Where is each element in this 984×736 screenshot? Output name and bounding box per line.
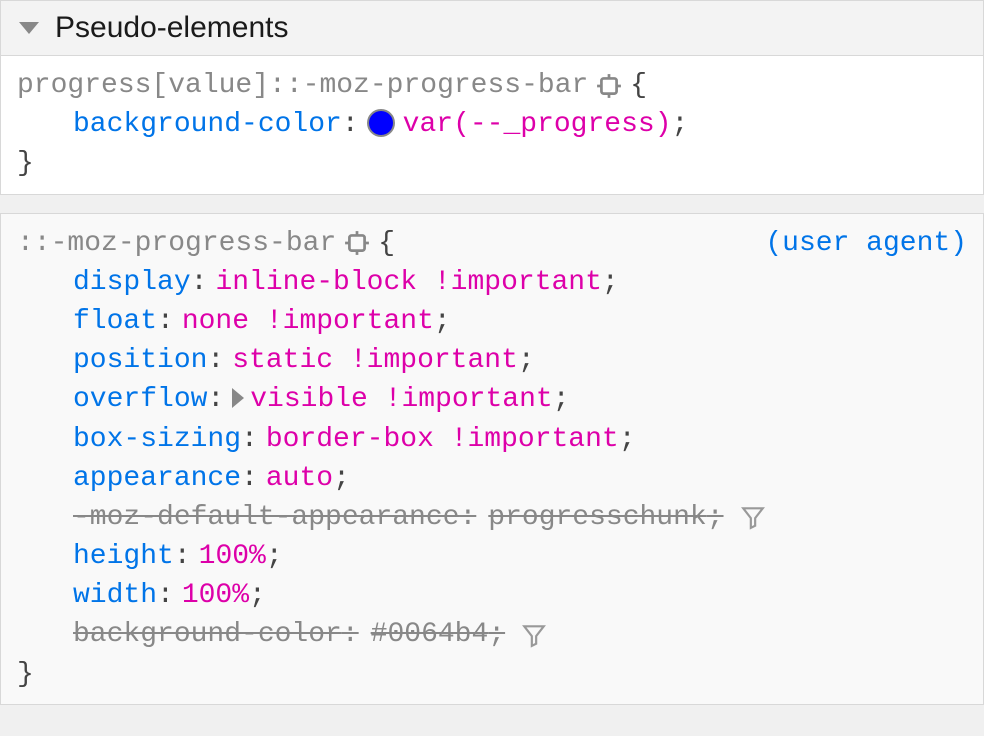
colon: : — [241, 420, 258, 459]
css-property[interactable]: height — [73, 537, 174, 576]
semicolon: ; — [488, 619, 505, 650]
semicolon: ; — [602, 263, 619, 302]
css-property[interactable]: position — [73, 341, 207, 380]
css-declaration[interactable]: overflow: visible !important; — [73, 380, 967, 419]
colon: : — [207, 380, 224, 419]
disclosure-triangle-icon[interactable] — [19, 22, 39, 34]
css-selector[interactable]: ::-moz-progress-bar — [17, 224, 336, 263]
css-value[interactable]: var(--_progress) — [403, 105, 672, 144]
css-property[interactable]: -moz-default-appearance — [73, 502, 459, 533]
colon: : — [241, 459, 258, 498]
css-declaration[interactable]: display: inline-block !important; — [73, 263, 967, 302]
semicolon: ; — [333, 459, 350, 498]
css-value[interactable]: 100% — [199, 537, 266, 576]
overridden-declaration: -moz-default-appearance: progresschunk; — [73, 498, 724, 537]
semicolon: ; — [518, 341, 535, 380]
section-title: Pseudo-elements — [55, 7, 288, 49]
css-value[interactable]: 100% — [182, 576, 249, 615]
css-property[interactable]: overflow — [73, 380, 207, 419]
overridden-declaration: background-color: #0064b4; — [73, 615, 505, 654]
selector-line: ::-moz-progress-bar { (user agent) — [17, 224, 967, 263]
selector-line: progress[value]::-moz-progress-bar { — [17, 66, 967, 105]
css-property[interactable]: background-color — [73, 619, 342, 650]
css-declaration[interactable]: background-color: var(--_progress); — [73, 105, 967, 144]
open-brace: { — [630, 66, 647, 105]
colon: : — [342, 619, 359, 650]
semicolon: ; — [672, 105, 689, 144]
colon: : — [342, 105, 359, 144]
css-property[interactable]: box-sizing — [73, 420, 241, 459]
highlight-element-icon[interactable] — [596, 73, 622, 99]
css-property[interactable]: float — [73, 302, 157, 341]
colon: : — [207, 341, 224, 380]
css-declaration[interactable]: height: 100%; — [73, 537, 967, 576]
css-value[interactable]: none !important — [182, 302, 434, 341]
colon: : — [191, 263, 208, 302]
css-value[interactable]: border-box !important — [266, 420, 619, 459]
css-rule-block: progress[value]::-moz-progress-bar { bac… — [0, 56, 984, 195]
css-property[interactable]: width — [73, 576, 157, 615]
shorthand-expand-icon[interactable] — [232, 388, 244, 408]
semicolon: ; — [707, 502, 724, 533]
css-declaration-overridden[interactable]: -moz-default-appearance: progresschunk; — [73, 498, 967, 537]
colon: : — [157, 302, 174, 341]
semicolon: ; — [553, 380, 570, 419]
filter-icon[interactable] — [521, 622, 547, 648]
css-declaration[interactable]: appearance: auto; — [73, 459, 967, 498]
semicolon: ; — [249, 576, 266, 615]
colon: : — [157, 576, 174, 615]
color-swatch-icon[interactable] — [367, 109, 395, 137]
css-declaration-overridden[interactable]: background-color: #0064b4; — [73, 615, 967, 654]
css-property[interactable]: background-color — [73, 105, 342, 144]
semicolon: ; — [266, 537, 283, 576]
colon: : — [459, 502, 476, 533]
semicolon: ; — [434, 302, 451, 341]
css-rule-block-user-agent: ::-moz-progress-bar { (user agent) displ… — [0, 213, 984, 705]
close-brace: } — [17, 144, 967, 183]
css-property[interactable]: appearance — [73, 459, 241, 498]
colon: : — [174, 537, 191, 576]
filter-icon[interactable] — [740, 504, 766, 530]
semicolon: ; — [619, 420, 636, 459]
open-brace: { — [378, 224, 395, 263]
css-declaration[interactable]: width: 100%; — [73, 576, 967, 615]
css-property[interactable]: display — [73, 263, 191, 302]
css-value[interactable]: inline-block !important — [215, 263, 601, 302]
css-selector[interactable]: progress[value]::-moz-progress-bar — [17, 66, 588, 105]
highlight-element-icon[interactable] — [344, 230, 370, 256]
css-declaration[interactable]: float: none !important; — [73, 302, 967, 341]
css-declaration[interactable]: box-sizing: border-box !important; — [73, 420, 967, 459]
stylesheet-source-link[interactable]: (user agent) — [765, 224, 967, 263]
section-header-pseudo-elements[interactable]: Pseudo-elements — [0, 0, 984, 56]
css-declaration[interactable]: position: static !important; — [73, 341, 967, 380]
css-rules-panel: Pseudo-elements progress[value]::-moz-pr… — [0, 0, 984, 705]
css-value[interactable]: auto — [266, 459, 333, 498]
css-value[interactable]: visible !important — [250, 380, 552, 419]
close-brace: } — [17, 655, 967, 694]
css-value[interactable]: progresschunk — [488, 502, 706, 533]
css-value[interactable]: #0064b4 — [371, 619, 489, 650]
css-value[interactable]: static !important — [232, 341, 518, 380]
spacer — [0, 195, 984, 213]
